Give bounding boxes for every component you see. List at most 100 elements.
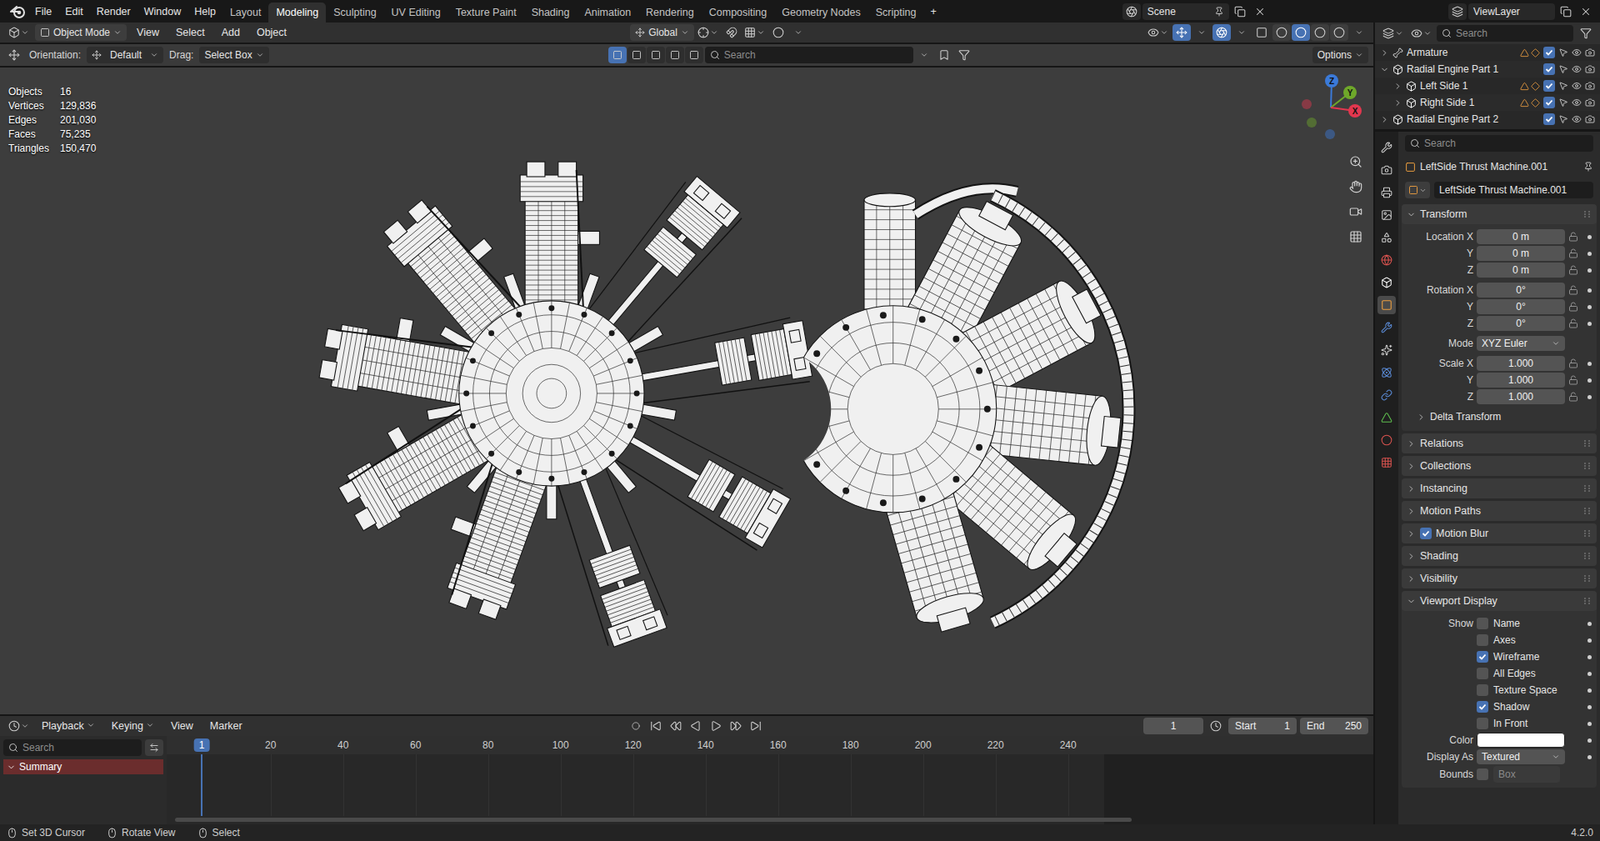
select-mode-icon[interactable] [670,50,680,60]
keyframe-dot[interactable] [1587,251,1592,256]
properties-tab[interactable] [1377,453,1396,472]
proportional-editing-icon[interactable] [772,26,785,39]
zoom-icon[interactable] [1349,155,1363,169]
right-engine[interactable] [790,188,1130,638]
render-icon[interactable] [1585,64,1595,75]
lock-icon[interactable] [1568,265,1579,275]
current-frame-field[interactable]: 1 [1143,717,1204,735]
keyframe-dot[interactable] [1587,305,1592,310]
play-reverse-icon[interactable] [690,720,702,732]
visibility-icon[interactable] [1571,80,1582,91]
end-frame-field[interactable]: End250 [1300,717,1369,735]
selectable-icon[interactable] [1558,64,1569,75]
properties-tab[interactable] [1377,183,1396,202]
show-checkbox[interactable] [1476,717,1489,730]
properties-tab[interactable] [1377,273,1396,292]
lock-icon[interactable] [1568,318,1579,329]
exclude-checkbox[interactable] [1543,46,1555,59]
keyframe-dot[interactable] [1587,378,1592,383]
show-checkbox[interactable] [1476,634,1489,646]
number-field[interactable]: 0 m [1476,245,1565,261]
panel-header[interactable]: Instancing [1401,478,1597,499]
number-field[interactable]: 1.000 [1476,355,1565,371]
negative-axis-icon[interactable] [1306,117,1317,128]
property-dropdown[interactable]: XYZ Euler [1476,335,1565,351]
overlays-icon[interactable] [1215,26,1228,39]
show-checkbox[interactable] [1476,700,1489,713]
render-icon[interactable] [1585,97,1595,108]
chevron-down-icon[interactable] [1237,28,1246,37]
editor-type-icon[interactable] [8,720,20,732]
properties-tab[interactable] [1377,205,1396,225]
keyframe-dot[interactable] [1587,755,1592,760]
bounds-checkbox[interactable] [1476,768,1489,780]
copy-icon[interactable] [1560,5,1572,18]
axis-icon[interactable] [1343,85,1357,100]
drag-handle-icon[interactable] [1583,529,1592,538]
negative-axis-icon[interactable] [1301,99,1312,110]
playhead[interactable] [200,754,203,816]
options-dropdown[interactable]: Options [1312,46,1369,64]
orientation-dropdown[interactable]: Default [86,46,164,64]
transform-icon[interactable] [8,49,20,61]
next-keyframe-icon[interactable] [730,720,742,732]
drag-handle-icon[interactable] [1583,506,1592,515]
timeline-menu[interactable]: Marker [203,717,250,735]
gizmo-toggle-icon[interactable] [1175,26,1188,39]
pivot-icon[interactable] [697,26,710,39]
color-swatch[interactable] [1476,732,1565,748]
properties-tab[interactable] [1377,385,1396,405]
keyframe-dot[interactable] [1587,395,1592,400]
show-checkbox[interactable] [1476,617,1489,630]
horizontal-scrollbar[interactable] [175,817,1132,822]
editor-type-icon[interactable] [8,26,20,39]
jump-start-icon[interactable] [650,720,662,732]
drag-handle-icon[interactable] [1583,210,1592,219]
visibility-icon[interactable] [1571,97,1582,108]
viewport-menu[interactable]: Object [250,24,294,41]
workspace-tab[interactable]: Compositing [701,2,775,24]
axis-icon[interactable] [1348,104,1362,118]
bookmark-icon[interactable] [938,49,950,61]
panel-header[interactable]: Motion Paths [1401,500,1597,521]
number-field[interactable]: 1.000 [1476,389,1565,405]
expand-icon[interactable] [1393,98,1403,108]
panel-header[interactable]: Visibility [1401,568,1597,589]
lock-icon[interactable] [1568,391,1579,402]
crankcase-hub[interactable] [459,300,645,486]
properties-tab[interactable] [1377,318,1396,337]
previous-keyframe-icon[interactable] [670,720,682,732]
outliner-row[interactable]: Radial Engine Part 2 [1375,110,1600,128]
pan-icon[interactable] [1349,180,1363,194]
display-as-dropdown[interactable]: Textured [1476,749,1565,765]
crankcase-hub[interactable] [790,305,997,513]
shading-mode-icon[interactable] [1295,26,1307,39]
keyframe-dot[interactable] [1587,621,1592,626]
workspace-tab[interactable]: Scripting [868,2,925,24]
negative-axis-icon[interactable] [1325,129,1335,140]
keyframe-dot[interactable] [1587,721,1592,726]
expand-icon[interactable] [1380,48,1390,58]
swap-icon[interactable] [149,742,160,753]
render-icon[interactable] [1585,80,1595,91]
exclude-checkbox[interactable] [1543,96,1555,109]
filter-icon[interactable] [1580,27,1592,40]
drag-handle-icon[interactable] [1583,461,1592,470]
outliner-row[interactable]: Armature [1375,44,1600,61]
properties-tab[interactable] [1377,250,1396,270]
left-engine[interactable] [318,161,814,649]
workspace-tab[interactable]: UV Editing [384,2,449,24]
viewport-menu[interactable]: View [130,24,166,41]
properties-tab[interactable] [1377,408,1396,427]
drag-handle-icon[interactable] [1583,484,1592,493]
timeline-menu[interactable]: Playback [35,717,102,735]
show-checkbox[interactable] [1476,684,1489,696]
shading-mode-icon[interactable] [1275,26,1288,39]
properties-tab[interactable] [1377,363,1396,382]
shading-mode-icon[interactable] [1333,26,1345,39]
expand-icon[interactable] [1380,65,1390,75]
menu-item[interactable]: File [28,3,59,20]
lock-icon[interactable] [1568,285,1579,295]
select-mode-icon[interactable] [689,50,700,60]
menu-item[interactable]: Help [187,3,223,20]
